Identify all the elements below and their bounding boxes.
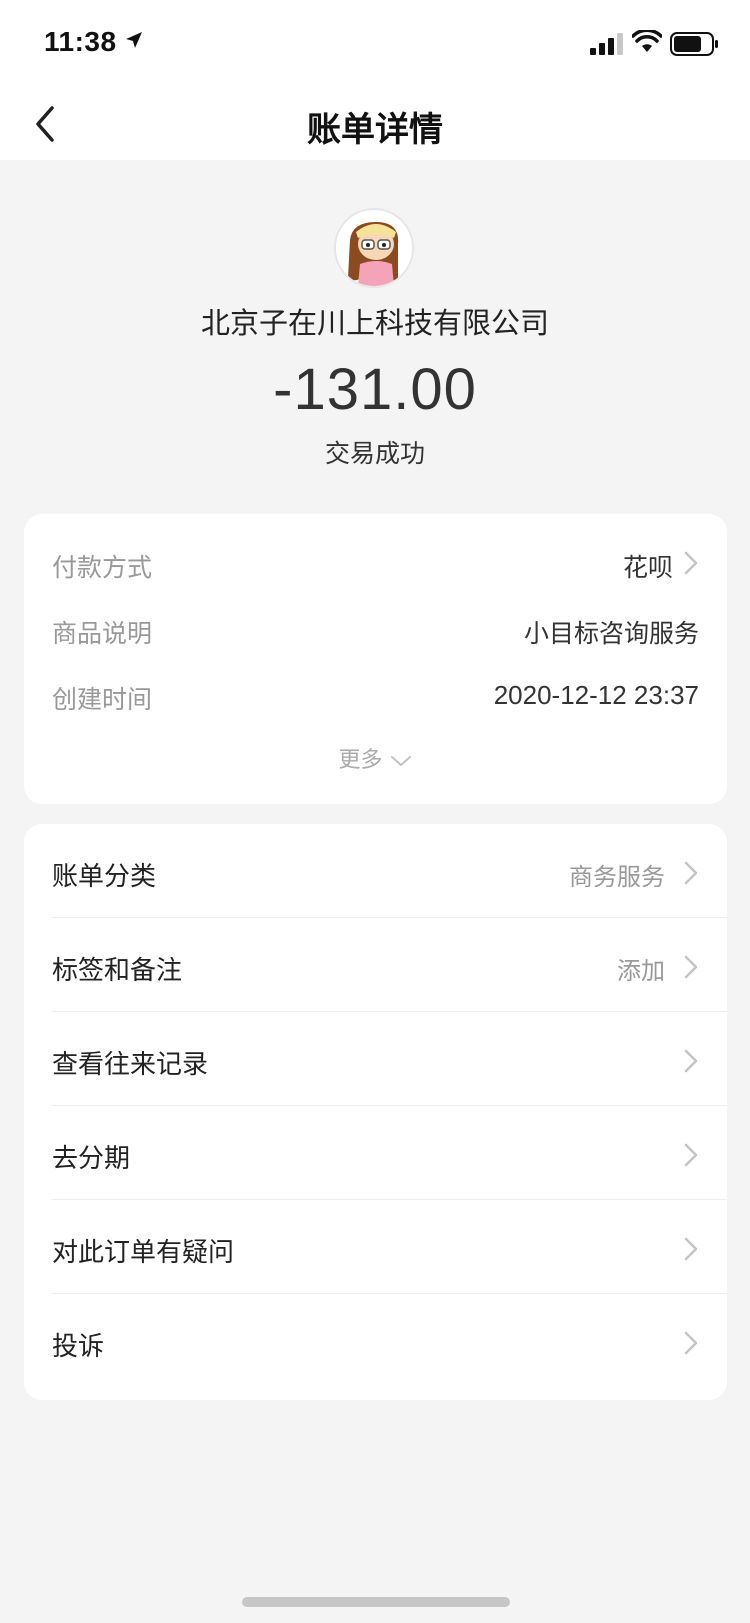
created-time-row: 创建时间 2020-12-12 23:37 [52,676,699,716]
chevron-right-icon [684,955,698,979]
more-label: 更多 [338,748,383,773]
navigation-bar: 账单详情 [0,88,750,160]
location-arrow-icon [126,32,142,48]
chevron-right-icon [684,1237,698,1261]
menu-item-hint: 添加 [617,957,665,985]
menu-item-label: 投诉 [52,1332,105,1362]
battery-icon [670,32,718,56]
menu-item-tags-notes[interactable]: 标签和备注 添加 [52,918,727,1012]
menu-item-label: 标签和备注 [52,956,183,986]
cellular-signal-icon [590,33,623,55]
cartoon-girl-avatar-icon [336,210,412,286]
status-bar: 11:38 [0,0,750,88]
chevron-right-icon [684,1049,698,1073]
menu-item-bill-category[interactable]: 账单分类 商务服务 [52,824,727,918]
page-title: 账单详情 [307,110,443,150]
menu-item-hint: 商务服务 [569,863,665,891]
transaction-summary: 北京子在川上科技有限公司 -131.00 交易成功 [0,160,750,515]
details-card: 付款方式 花呗 商品说明 小目标咨询服务 创建时间 2020-12-12 23:… [24,514,727,804]
menu-item-label: 对此订单有疑问 [52,1238,235,1268]
chevron-right-icon [684,1331,698,1355]
home-indicator[interactable] [242,1597,510,1607]
menu-item-history[interactable]: 查看往来记录 [52,1012,727,1106]
menu-item-complaint[interactable]: 投诉 [52,1294,727,1388]
menu-item-label: 账单分类 [52,862,157,892]
payment-method-label: 付款方式 [52,553,153,582]
created-time-value: 2020-12-12 23:37 [493,680,699,710]
menu-item-installment[interactable]: 去分期 [52,1106,727,1200]
top-bar: 11:38 账单详情 [0,0,750,160]
status-time: 11:38 [44,26,117,57]
payment-method-value: 花呗 [622,553,673,582]
description-label: 商品说明 [52,619,153,648]
menu-item-order-question[interactable]: 对此订单有疑问 [52,1200,727,1294]
payment-method-row[interactable]: 付款方式 花呗 [52,544,699,584]
merchant-avatar [334,208,414,288]
menu-item-label: 去分期 [52,1144,131,1174]
actions-card: 账单分类 商务服务 标签和备注 添加 查看往来记录 去分期 对此订单有疑问 投诉 [24,824,727,1400]
chevron-right-icon [684,861,698,885]
chevron-right-icon [684,551,698,575]
created-time-label: 创建时间 [52,685,153,714]
transaction-amount: -131.00 [273,357,477,422]
menu-item-label: 查看往来记录 [52,1050,209,1080]
more-button[interactable]: 更多 [24,742,727,774]
wifi-icon [632,30,662,52]
description-row: 商品说明 小目标咨询服务 [52,610,699,650]
chevron-right-icon [684,1143,698,1167]
description-value: 小目标咨询服务 [523,619,699,648]
merchant-name: 北京子在川上科技有限公司 [200,306,549,340]
transaction-status: 交易成功 [324,439,425,468]
chevron-down-icon [390,756,411,766]
